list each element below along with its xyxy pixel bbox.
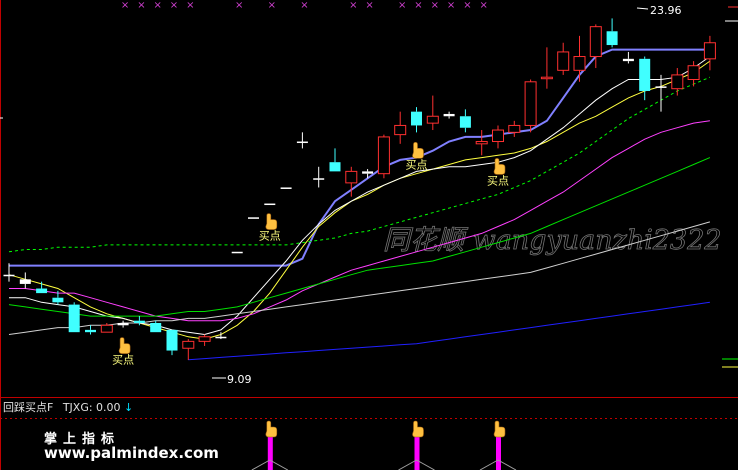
- candle-body: [313, 178, 325, 180]
- candle-body: [329, 162, 341, 172]
- candle-body: [345, 170, 358, 184]
- candle-body: [655, 86, 667, 88]
- candle-body: [492, 129, 504, 143]
- x-marker-1: ×: [137, 0, 145, 11]
- indicator-readout: 回踩买点F TJXG: 0.00 ↓: [3, 399, 133, 415]
- candle-body: [557, 51, 570, 71]
- candle-16: [264, 203, 276, 206]
- candle-body: [639, 58, 651, 91]
- candle-body: [19, 279, 31, 284]
- candle-14: [231, 251, 243, 254]
- x-marker-9: ×: [365, 0, 373, 11]
- down-arrow-icon: ↓: [124, 401, 134, 414]
- x-marker-15: ×: [480, 0, 488, 11]
- x-marker-14: ×: [463, 0, 471, 11]
- buy-signal-label-0: 买点: [112, 354, 134, 367]
- buy-signal-label-1: 买点: [259, 230, 281, 243]
- candle-body: [166, 329, 178, 351]
- candle-body: [622, 58, 634, 62]
- indicator-value: TJXG: 0.00: [62, 401, 121, 414]
- candle-body: [687, 65, 700, 81]
- candle-body: [52, 297, 64, 303]
- candle-body: [573, 56, 586, 71]
- candle-body: [540, 76, 553, 80]
- candle-body: [362, 171, 374, 174]
- candle-23: [377, 134, 390, 179]
- candle-body: [606, 31, 618, 46]
- candle-body: [182, 340, 195, 349]
- candle-body: [85, 329, 96, 333]
- candle-body: [198, 336, 211, 342]
- candle-body: [508, 124, 521, 133]
- candle-body: [671, 74, 684, 90]
- watermark: 同花顺 wangyuanzhi2322: [383, 225, 722, 257]
- candle-body: [133, 320, 145, 323]
- x-marker-13: ×: [447, 0, 455, 11]
- x-marker-11: ×: [414, 0, 422, 11]
- candle-body: [459, 116, 471, 128]
- candle-body: [68, 304, 80, 333]
- buy-signal-label-2: 买点: [406, 158, 428, 171]
- candle-body: [589, 26, 602, 58]
- x-marker-2: ×: [154, 0, 162, 11]
- candle-body: [296, 141, 308, 144]
- watermark-text: 同花顺 wangyuanzhi2322: [383, 225, 722, 256]
- candle-body: [248, 217, 259, 219]
- candle-body: [36, 288, 48, 294]
- x-marker-5: ×: [235, 0, 243, 11]
- x-marker-8: ×: [349, 0, 357, 11]
- candle-body: [394, 124, 407, 136]
- candle-body: [150, 322, 162, 333]
- x-marker-3: ×: [170, 0, 178, 11]
- candle-32: [524, 79, 537, 133]
- x-marker-4: ×: [186, 0, 194, 11]
- x-marker-0: ×: [121, 0, 129, 11]
- candle-body: [215, 336, 227, 339]
- candle-4: [68, 302, 80, 333]
- buy-signal-label-3: 买点: [487, 174, 509, 187]
- low-price-label: 9.09: [227, 373, 252, 386]
- x-marker-10: ×: [398, 0, 406, 11]
- candle-body: [100, 324, 113, 333]
- candle-body: [377, 136, 390, 175]
- candle-body: [117, 322, 129, 326]
- indicator-name: 回踩买点F: [3, 401, 54, 414]
- candle-body: [3, 274, 15, 277]
- candle-body: [524, 81, 537, 126]
- high-price-label: 23.96: [650, 4, 682, 17]
- candle-body: [475, 141, 488, 145]
- candle-body: [426, 115, 439, 124]
- candle-body: [411, 111, 422, 126]
- candle-body: [443, 113, 455, 117]
- candle-body: [280, 187, 292, 189]
- candle-body: [264, 203, 276, 206]
- top-x-markers: × × × × × × × × × × × × × × × ×: [121, 0, 488, 11]
- candle-body: [231, 251, 243, 254]
- x-marker-7: ×: [300, 0, 308, 11]
- chart-stage: × × × × × × × × × × × × × × × × 同花顺 wangyuanzhi2322 23.…: [0, 0, 738, 470]
- candle-15: [248, 217, 259, 219]
- candle-body: [703, 42, 716, 60]
- site-url: www.palmindex.com: [44, 444, 219, 462]
- x-marker-6: ×: [268, 0, 276, 11]
- x-marker-12: ×: [431, 0, 439, 11]
- candle-17: [280, 187, 292, 189]
